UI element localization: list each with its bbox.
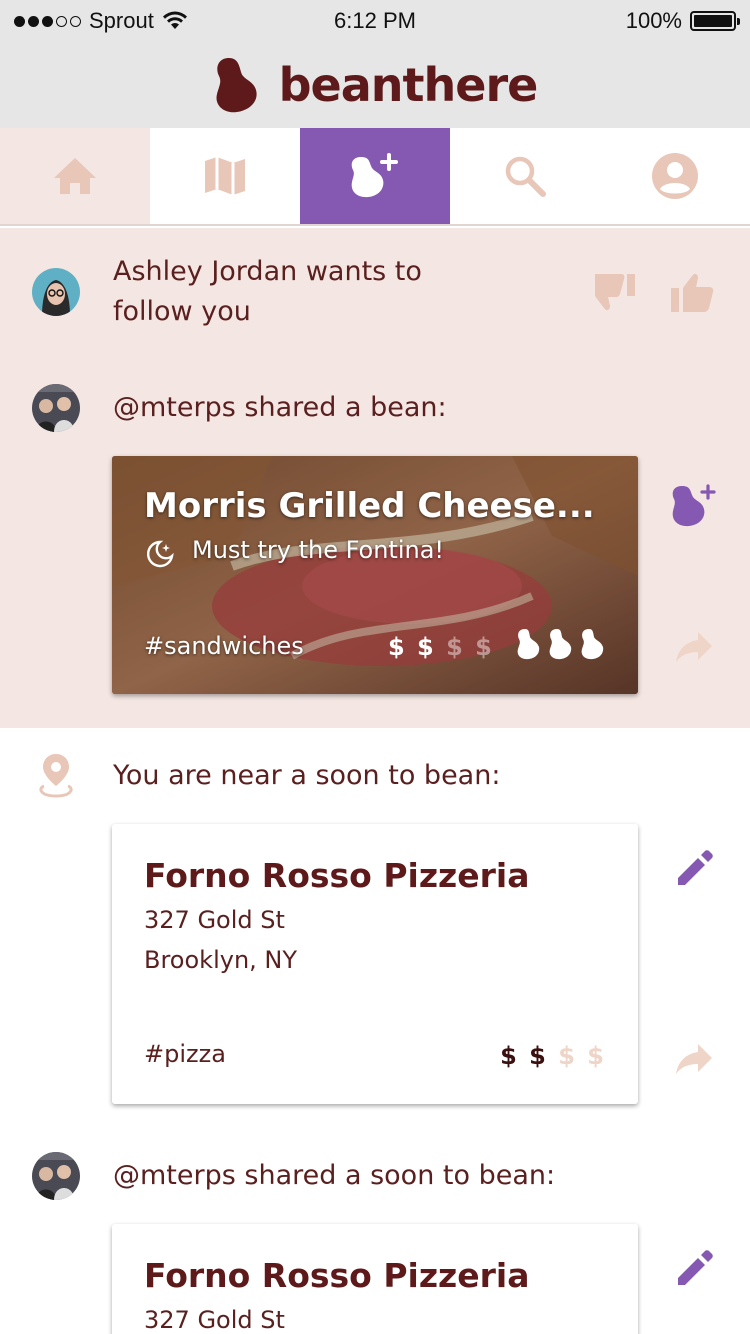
- bean-rating: [516, 628, 604, 660]
- status-right: 100%: [625, 8, 740, 34]
- price-off: $ $: [446, 633, 494, 661]
- shared-bean-action: shared a bean:: [244, 392, 447, 423]
- place-title: Forno Rosso Pizzeria: [144, 1256, 530, 1295]
- thumbs-up-icon[interactable]: [671, 272, 717, 314]
- add-bean-icon: [351, 153, 398, 198]
- price-level: $ $ $ $: [388, 633, 494, 661]
- place-title: Forno Rosso Pizzeria: [144, 856, 530, 895]
- battery-icon: [690, 11, 740, 31]
- night-icon: [147, 540, 174, 568]
- address-line1: 327 Gold St: [144, 1306, 285, 1334]
- thumbs-down-icon[interactable]: [591, 270, 637, 312]
- bean-note: Must try the Fontina!: [192, 536, 445, 564]
- shared-soon-action: shared a soon to bean:: [244, 1160, 556, 1191]
- shared-by-user[interactable]: @mterps: [113, 392, 236, 423]
- app-header: beanthere: [0, 42, 750, 128]
- address-line1: 327 Gold St: [144, 906, 285, 934]
- bean-title: Morris Grilled Cheese...: [144, 486, 595, 526]
- tab-bar: [0, 128, 750, 226]
- bean-logo-icon: [216, 58, 257, 113]
- bean-icon: [549, 629, 572, 660]
- bean-icon: [517, 629, 540, 660]
- bean-tag[interactable]: #sandwiches: [144, 632, 304, 660]
- location-pin-icon: [39, 754, 73, 798]
- follow-request-action-cont: follow you: [113, 296, 251, 327]
- edit-icon[interactable]: [674, 848, 714, 888]
- shared-soon-text: @mterps shared a soon to bean:: [113, 1156, 555, 1196]
- avatar[interactable]: [32, 268, 80, 316]
- place-tag[interactable]: #pizza: [144, 1040, 226, 1068]
- soon-to-bean-card[interactable]: Forno Rosso Pizzeria 327 Gold St Brookly…: [112, 824, 638, 1104]
- tab-add-bean[interactable]: [300, 128, 450, 224]
- profile-icon: [652, 153, 698, 199]
- tab-home[interactable]: [0, 128, 150, 224]
- price-on: $ $: [388, 633, 436, 661]
- price-level: $ $ $ $: [500, 1042, 606, 1070]
- tab-profile[interactable]: [600, 128, 750, 224]
- search-icon: [505, 156, 546, 197]
- edit-icon[interactable]: [674, 1248, 714, 1288]
- bean-card[interactable]: Morris Grilled Cheese... Must try the Fo…: [112, 456, 638, 694]
- follower-name[interactable]: Ashley Jordan: [113, 256, 297, 287]
- address-line2: Brooklyn, NY: [144, 946, 298, 974]
- map-icon: [205, 157, 245, 195]
- status-bar: Sprout 6:12 PM 100%: [0, 0, 750, 42]
- follow-request-action: wants to: [305, 256, 422, 287]
- soon-to-bean-card[interactable]: Forno Rosso Pizzeria 327 Gold St: [112, 1224, 638, 1334]
- app-name: beanthere: [278, 58, 539, 112]
- price-on: $ $: [500, 1042, 548, 1070]
- nearby-text: You are near a soon to bean:: [113, 760, 501, 791]
- share-icon[interactable]: [674, 630, 714, 664]
- avatar[interactable]: [32, 384, 80, 432]
- add-bean-icon[interactable]: [670, 480, 718, 528]
- share-icon[interactable]: [674, 1042, 714, 1076]
- shared-bean-text: @mterps shared a bean:: [113, 388, 447, 428]
- tab-search[interactable]: [450, 128, 600, 224]
- shared-by-user[interactable]: @mterps: [113, 1160, 236, 1191]
- bean-icon: [581, 629, 604, 660]
- home-icon: [54, 158, 96, 194]
- battery-percent: 100%: [625, 8, 682, 33]
- price-off: $ $: [558, 1042, 606, 1070]
- follow-request-text: Ashley Jordan wants to follow you: [113, 252, 422, 332]
- avatar[interactable]: [32, 1152, 80, 1200]
- tab-map[interactable]: [150, 128, 300, 224]
